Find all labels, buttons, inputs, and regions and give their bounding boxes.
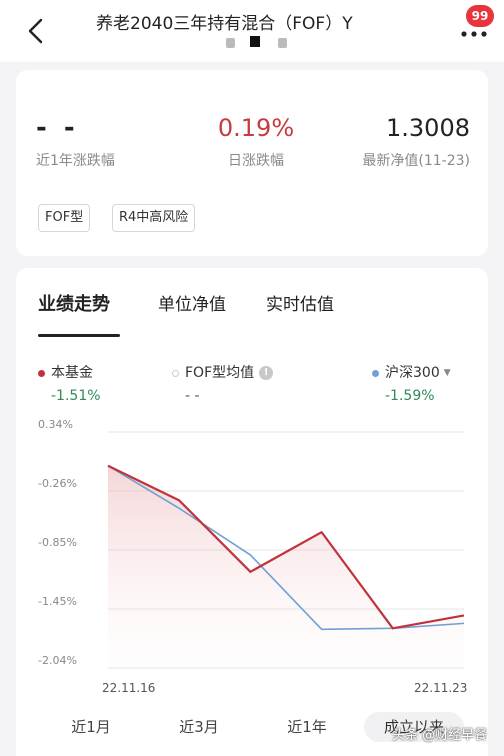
legend-fof-value: - - xyxy=(185,388,200,404)
return-1y: - - 近1年涨跌幅 xyxy=(36,114,115,170)
legend-fof-name: FOF型均值 xyxy=(185,365,255,381)
daily-change-value: 0.19% xyxy=(217,114,295,142)
risk-level-tag[interactable]: R4中高风险 xyxy=(112,204,196,232)
return-1y-value: - - xyxy=(36,113,79,143)
legend-csi300-value: -1.59% xyxy=(385,388,435,404)
legend-fund-name: 本基金 xyxy=(51,365,93,381)
legend-fof-dot xyxy=(172,369,179,377)
latest-nav-value: 1.3008 xyxy=(386,114,470,142)
active-tab-underline xyxy=(38,334,120,337)
notification-badge[interactable]: 99 xyxy=(466,5,494,27)
range-1m[interactable]: 近1月 xyxy=(56,712,126,742)
legend-fund-value: -1.51% xyxy=(51,388,101,404)
latest-nav: 1.3008 最新净值(11-23) xyxy=(346,114,470,170)
x-tick-label: 22.11.23 xyxy=(414,681,467,695)
tab-unit-nav[interactable]: 单位净值 xyxy=(158,290,226,315)
performance-card: 业绩走势 单位净值 实时估值 本基金 -1.51% FOF型均值! - - 沪深… xyxy=(16,268,488,756)
fund-area xyxy=(108,465,464,668)
x-tick-label: 22.11.16 xyxy=(102,681,155,695)
y-tick-label: -0.85% xyxy=(38,536,77,549)
y-tick-label: -0.26% xyxy=(38,477,77,490)
back-button[interactable] xyxy=(22,14,52,48)
tab-realtime-estimate[interactable]: 实时估值 xyxy=(266,290,334,315)
legend-fund[interactable]: 本基金 -1.51% xyxy=(38,362,101,404)
performance-chart[interactable]: 0.34% -0.26% -0.85% -1.45% -2.04% 22.11.16 22.… xyxy=(16,418,488,698)
fund-code-mask-icon xyxy=(226,36,287,48)
tab-performance[interactable]: 业绩走势 xyxy=(38,290,110,316)
range-1y[interactable]: 近1年 xyxy=(272,712,342,742)
legend-csi300-dot xyxy=(372,369,379,377)
top-bar: 养老2040三年持有混合（FOF）Y 99 xyxy=(0,0,504,62)
return-1y-label: 近1年涨跌幅 xyxy=(36,153,115,169)
daily-change: 0.19% 日涨跌幅 xyxy=(206,114,306,170)
legend-csi300[interactable]: 沪深300 ▼ -1.59% xyxy=(372,362,451,404)
y-tick-label: -2.04% xyxy=(38,654,77,667)
summary-card: - - 近1年涨跌幅 0.19% 日涨跌幅 1.3008 最新净值(11-23)… xyxy=(16,70,488,256)
y-tick-label: 0.34% xyxy=(38,418,73,431)
legend-fof-average[interactable]: FOF型均值! - - xyxy=(172,362,274,404)
info-icon[interactable]: ! xyxy=(259,366,274,380)
watermark: 头条 @财经早餐 xyxy=(392,728,488,743)
daily-change-label: 日涨跌幅 xyxy=(228,153,284,169)
fund-title: 养老2040三年持有混合（FOF）Y xyxy=(96,14,353,34)
legend-csi300-name: 沪深300 xyxy=(385,365,440,381)
chevron-left-icon xyxy=(28,18,43,44)
fund-type-tag[interactable]: FOF型 xyxy=(38,204,91,232)
latest-nav-label: 最新净值(11-23) xyxy=(362,153,470,169)
legend-fund-dot xyxy=(38,369,45,377)
caret-down-icon: ▼ xyxy=(443,368,451,378)
fund-subtitle xyxy=(222,34,302,50)
chart-tabs: 业绩走势 单位净值 实时估值 xyxy=(16,290,488,337)
y-tick-label: -1.45% xyxy=(38,595,77,608)
range-3m[interactable]: 近3月 xyxy=(164,712,234,742)
